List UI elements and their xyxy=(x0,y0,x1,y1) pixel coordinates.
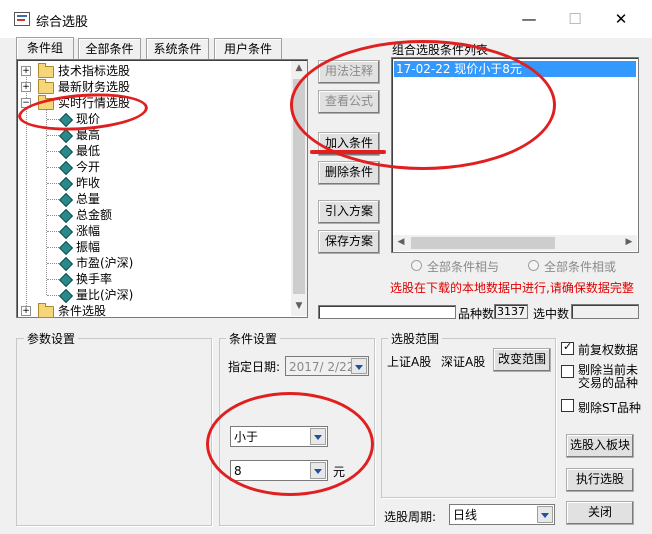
maximize-button[interactable]: ☐ xyxy=(552,6,598,32)
indicator-icon xyxy=(58,224,74,240)
tree-item[interactable]: 量比(沪深) xyxy=(17,287,277,304)
exclude-notrade-label: 剔除当前未 交易的品种 xyxy=(578,364,638,390)
indicator-icon xyxy=(58,192,74,208)
indicator-icon xyxy=(58,208,74,224)
radio-and[interactable] xyxy=(411,260,422,271)
expand-icon[interactable]: + xyxy=(21,82,31,92)
tree-item[interactable]: 市盈(沪深) xyxy=(17,255,277,272)
exclude-notrade-checkbox[interactable] xyxy=(561,365,574,378)
expand-icon[interactable]: + xyxy=(21,66,31,76)
adjust-label: 前复权数据 xyxy=(578,343,639,357)
tree-item-label: 昨收 xyxy=(76,176,101,190)
indicator-icon xyxy=(58,176,74,192)
tree-item-label: 市盈(沪深) xyxy=(76,256,134,270)
adjust-checkbox[interactable]: ✓ xyxy=(561,340,574,355)
tree-group-technical[interactable]: + 技术指标选股 xyxy=(17,63,287,79)
exclude-st-checkbox[interactable] xyxy=(561,399,574,412)
app-icon xyxy=(14,12,30,26)
title-bar: 综合选股 — ☐ ✕ xyxy=(0,0,652,38)
scroll-down-icon[interactable]: ▼ xyxy=(291,301,307,311)
tree-item[interactable]: 今开 xyxy=(17,159,277,176)
list-hscrollbar[interactable]: ◀ ▶ xyxy=(393,235,637,251)
chevron-down-icon[interactable] xyxy=(537,506,553,523)
checkmark-icon: ✓ xyxy=(563,340,573,353)
tab-system-conditions[interactable]: 系统条件 xyxy=(146,38,209,59)
date-value: 2017/ 2/22 xyxy=(289,360,355,374)
scroll-right-icon[interactable]: ▶ xyxy=(621,237,637,247)
tree-item-label: 总量 xyxy=(76,192,101,206)
tree-item-label: 最低 xyxy=(76,144,101,158)
range-sz: 深证A股 xyxy=(441,355,486,369)
indicator-icon xyxy=(58,272,74,288)
radio-or-label: 全部条件相或 xyxy=(544,260,617,274)
cond-settings-title: 条件设置 xyxy=(226,330,281,347)
progress-bar xyxy=(318,305,456,319)
tree-group-financial[interactable]: + 最新财务选股 xyxy=(17,79,287,95)
scroll-left-icon[interactable]: ◀ xyxy=(393,237,409,247)
tree-item[interactable]: 总金额 xyxy=(17,207,277,224)
close-button[interactable]: 关闭 xyxy=(566,501,634,525)
selected-count-value xyxy=(571,304,639,319)
tree-group-label: 条件选股 xyxy=(58,304,107,318)
tree-group-condition-select[interactable]: + 条件选股 xyxy=(17,303,287,319)
period-label: 选股周期: xyxy=(384,510,437,524)
annotation-ellipse-condition xyxy=(206,392,374,496)
tree-item-label: 总金额 xyxy=(76,208,113,222)
date-label: 指定日期: xyxy=(228,360,281,374)
param-settings-title: 参数设置 xyxy=(24,330,79,347)
tab-condition-group[interactable]: 条件组 xyxy=(16,37,74,59)
tree-item[interactable]: 振幅 xyxy=(17,239,277,256)
folder-icon xyxy=(38,63,54,78)
annotation-underline-add xyxy=(310,150,386,154)
tree-item[interactable]: 昨收 xyxy=(17,175,277,192)
tree-group-label: 技术指标选股 xyxy=(58,64,131,78)
import-plan-button[interactable]: 引入方案 xyxy=(318,200,380,224)
indicator-icon xyxy=(58,160,74,176)
folder-icon xyxy=(38,303,54,318)
tab-user-conditions[interactable]: 用户条件 xyxy=(214,38,282,59)
indicator-icon xyxy=(58,256,74,272)
range-sh: 上证A股 xyxy=(387,355,432,369)
tree-item[interactable]: 最低 xyxy=(17,143,277,160)
run-screen-button[interactable]: 执行选股 xyxy=(566,468,634,492)
selected-count-label: 选中数 xyxy=(533,307,570,321)
save-plan-button[interactable]: 保存方案 xyxy=(318,230,380,254)
period-value: 日线 xyxy=(453,508,478,522)
warning-text: 选股在下载的本地数据中进行,请确保数据完整 xyxy=(390,281,634,295)
chevron-down-icon[interactable] xyxy=(351,358,367,374)
tree-item[interactable]: 换手率 xyxy=(17,271,277,288)
indicator-icon xyxy=(58,128,74,144)
period-select[interactable]: 日线 xyxy=(449,504,555,525)
range-title: 选股范围 xyxy=(388,330,443,347)
close-window-button[interactable]: ✕ xyxy=(598,6,644,32)
tree-item-label: 量比(沪深) xyxy=(76,288,134,302)
tree-item[interactable]: 总量 xyxy=(17,191,277,208)
total-count-value: 3137 xyxy=(494,304,528,319)
tree-item-label: 换手率 xyxy=(76,272,113,286)
tree-item[interactable]: 涨幅 xyxy=(17,223,277,240)
change-range-button[interactable]: 改变范围 xyxy=(493,348,551,372)
date-picker[interactable]: 2017/ 2/22 xyxy=(285,356,369,376)
tree-item-label: 涨幅 xyxy=(76,224,101,238)
indicator-icon xyxy=(58,240,74,256)
radio-or[interactable] xyxy=(528,260,539,271)
radio-and-label: 全部条件相与 xyxy=(427,260,500,274)
param-settings-group xyxy=(16,338,212,526)
expand-icon[interactable]: + xyxy=(21,306,31,316)
tree-item-label: 振幅 xyxy=(76,240,101,254)
stock-screener-window: 综合选股 — ☐ ✕ 条件组 全部条件 系统条件 用户条件 + 技术指标选股 +… xyxy=(0,0,652,534)
indicator-icon xyxy=(58,288,74,304)
total-count-label: 品种数 xyxy=(458,307,495,321)
tab-all-conditions[interactable]: 全部条件 xyxy=(78,38,141,59)
indicator-icon xyxy=(58,144,74,160)
minimize-button[interactable]: — xyxy=(506,6,552,32)
window-title: 综合选股 xyxy=(36,15,89,30)
add-to-board-button[interactable]: 选股入板块 xyxy=(566,434,634,458)
folder-icon xyxy=(38,79,54,94)
exclude-notrade-line2: 交易的品种 xyxy=(578,376,639,390)
exclude-st-label: 剔除ST品种 xyxy=(578,401,641,415)
scroll-thumb[interactable] xyxy=(411,237,555,249)
scroll-up-icon[interactable]: ▲ xyxy=(291,63,307,73)
tree-item-label: 今开 xyxy=(76,160,101,174)
